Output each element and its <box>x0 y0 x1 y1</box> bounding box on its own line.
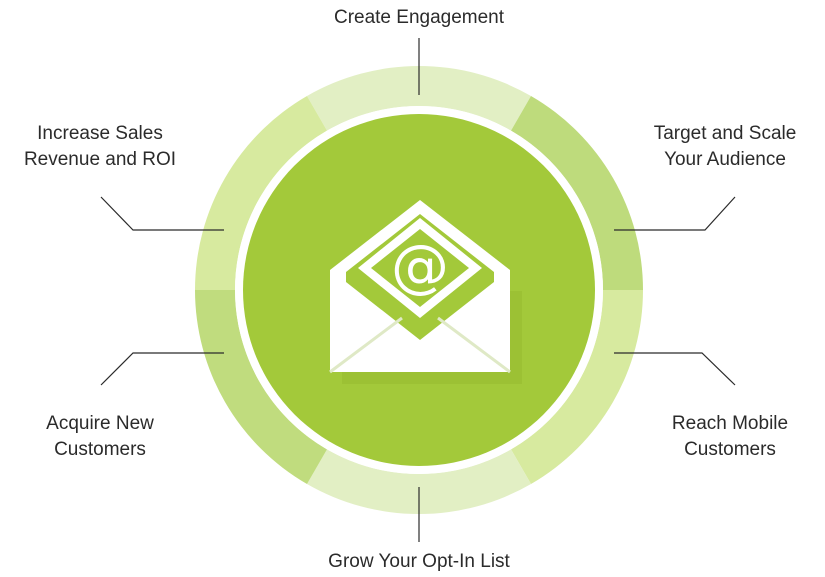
label-increase-sales-line-2: Revenue and ROI <box>23 149 177 170</box>
label-target-and-scale: Target and Scale Your Audience <box>630 121 820 173</box>
label-acquire-new-line-1: Acquire New <box>46 413 154 434</box>
label-grow-opt-in: Grow Your Opt-In List <box>269 549 569 575</box>
label-target-and-scale-line-2: Your Audience <box>664 149 786 170</box>
label-target-and-scale-line-1: Target and Scale <box>653 123 797 144</box>
label-create-engagement: Create Engagement <box>269 5 569 31</box>
label-reach-mobile-line-2: Customers <box>684 439 776 460</box>
label-create-engagement-line-1: Create Engagement <box>333 7 505 28</box>
label-grow-opt-in-line-1: Grow Your Opt-In List <box>328 551 510 572</box>
email-marketing-benefits-diagram: @ <box>100 38 736 542</box>
label-acquire-new-line-2: Customers <box>54 439 146 460</box>
at-symbol-icon: @ <box>391 232 449 300</box>
label-acquire-new: Acquire New Customers <box>10 411 190 463</box>
label-increase-sales-line-1: Increase Sales <box>37 123 163 144</box>
label-increase-sales: Increase Sales Revenue and ROI <box>5 121 195 173</box>
label-reach-mobile-line-1: Reach Mobile <box>671 413 789 434</box>
label-reach-mobile: Reach Mobile Customers <box>640 411 820 463</box>
